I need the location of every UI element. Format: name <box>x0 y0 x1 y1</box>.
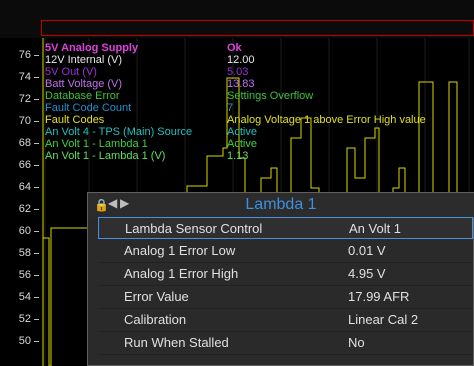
setting-row[interactable]: Analog 1 Error Low 0.01 V <box>98 240 473 263</box>
setting-row[interactable]: Lambda Sensor Control An Volt 1 <box>98 217 473 239</box>
status-row: 5V Out (V) 5.03 <box>45 66 465 78</box>
status-key: Database Error <box>45 90 120 102</box>
status-value: 5.03 <box>227 66 249 78</box>
setting-value[interactable]: 4.95 V <box>348 263 386 285</box>
status-value: Settings Overflow <box>227 90 314 102</box>
lambda-panel: 🔒 ◀ ▶ Lambda 1 Lambda Sensor Control An V… <box>87 192 474 366</box>
setting-row[interactable]: Run When Stalled No <box>98 332 473 355</box>
y-tick-label: 58 <box>18 247 31 259</box>
panel-title-bar: 🔒 ◀ ▶ Lambda 1 <box>88 193 474 217</box>
y-tick-label: 54 <box>18 291 31 303</box>
y-tick-label: 52 <box>18 313 31 325</box>
status-row: 12V Internal (V) 12.00 <box>45 54 465 66</box>
setting-value[interactable]: 0.01 V <box>348 240 386 262</box>
status-key: Batt Voltage (V) <box>45 78 123 90</box>
y-tick-label: 64 <box>18 181 31 193</box>
status-row: Fault Code Count 7 <box>45 102 465 114</box>
status-key: An Volt 4 - TPS (Main) Source <box>45 126 193 138</box>
status-value: Active <box>227 126 257 138</box>
y-tick-label: 60 <box>18 225 31 237</box>
status-key: 12V Internal (V) <box>45 54 123 66</box>
setting-label: Calibration <box>124 312 187 327</box>
status-row: Fault Codes Analog Voltage 1 above Error … <box>45 114 465 126</box>
setting-label: Lambda Sensor Control <box>125 221 263 236</box>
y-tick-label: 62 <box>18 203 31 215</box>
y-axis: 76 74 72 70 68 66 64 62 60 58 56 54 52 50 <box>0 38 39 366</box>
setting-row[interactable]: Calibration Linear Cal 2 <box>98 309 473 332</box>
status-key: Fault Codes <box>45 114 105 126</box>
setting-label: Error Value <box>124 289 189 304</box>
status-key: An Volt 1 - Lambda 1 (V) <box>45 150 166 162</box>
panel-title: Lambda 1 <box>245 196 317 213</box>
status-value: 7 <box>227 102 234 114</box>
status-row: Database Error Settings Overflow <box>45 90 465 102</box>
y-tick-label: 70 <box>18 115 31 127</box>
top-bar <box>0 0 474 38</box>
status-key: 5V Analog Supply <box>45 42 139 54</box>
status-key: Fault Code Count <box>45 102 132 114</box>
setting-row[interactable]: Analog 1 Error High 4.95 V <box>98 263 473 286</box>
header-frame <box>41 20 474 36</box>
setting-value[interactable]: An Volt 1 <box>349 218 401 240</box>
status-value: Active <box>227 138 257 150</box>
y-tick-label: 66 <box>18 159 31 171</box>
setting-value[interactable]: No <box>348 332 365 354</box>
setting-label: Analog 1 Error Low <box>124 243 236 258</box>
status-key: An Volt 1 - Lambda 1 <box>45 138 148 150</box>
setting-row[interactable]: Error Value 17.99 AFR <box>98 286 473 309</box>
status-value: 1.13 <box>227 150 249 162</box>
y-tick-label: 72 <box>18 93 31 105</box>
status-row: An Volt 4 - TPS (Main) Source Active <box>45 126 465 138</box>
status-key: 5V Out (V) <box>45 66 97 78</box>
status-row: Batt Voltage (V) 13.83 <box>45 78 465 90</box>
status-row: An Volt 1 - Lambda 1 (V) 1.13 <box>45 150 465 162</box>
status-value: Ok <box>227 42 242 54</box>
setting-label: Run When Stalled <box>124 335 229 350</box>
status-value: Analog Voltage 1 above Error High value <box>227 114 426 126</box>
y-tick-label: 56 <box>18 269 31 281</box>
setting-value[interactable]: Linear Cal 2 <box>348 309 418 331</box>
setting-value[interactable]: 17.99 AFR <box>348 286 409 308</box>
setting-label: Analog 1 Error High <box>124 266 239 281</box>
status-row: An Volt 1 - Lambda 1 Active <box>45 138 465 150</box>
status-value: 12.00 <box>227 54 255 66</box>
status-value: 13.83 <box>227 78 255 90</box>
y-tick-label: 74 <box>18 71 31 83</box>
y-tick-label: 68 <box>18 137 31 149</box>
y-tick-label: 76 <box>18 49 31 61</box>
status-row: 5V Analog Supply Ok <box>45 42 465 54</box>
y-tick-label: 50 <box>18 335 31 347</box>
